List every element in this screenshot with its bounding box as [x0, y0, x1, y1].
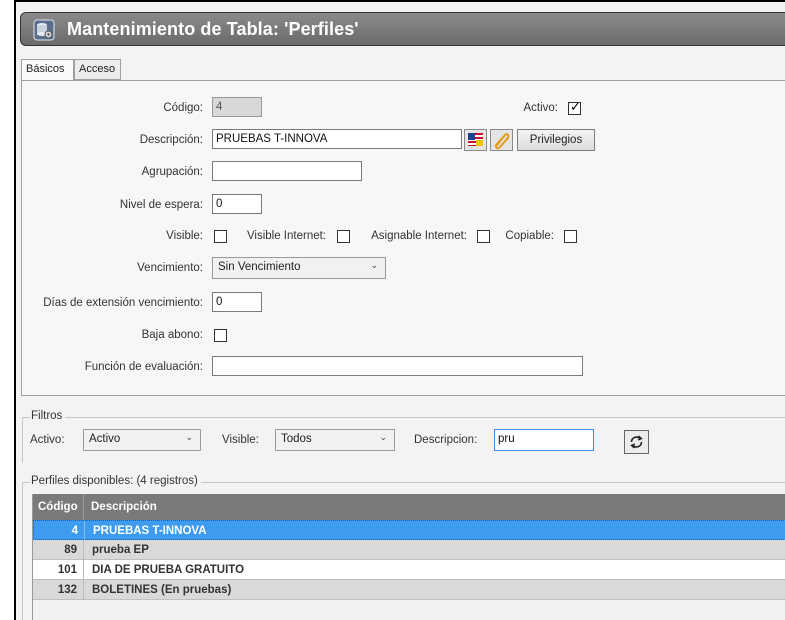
- table-row[interactable]: 89 prueba EP: [33, 540, 785, 560]
- tab-acceso[interactable]: Acceso: [74, 59, 121, 80]
- baja-abono-checkbox[interactable]: [214, 329, 227, 342]
- copiable-label: Copiable:: [505, 230, 554, 242]
- codigo-field[interactable]: 4: [212, 97, 262, 117]
- asignable-internet-checkbox[interactable]: [477, 230, 490, 243]
- visible-label: Visible:: [166, 230, 203, 242]
- filter-activo-label: Activo:: [30, 434, 65, 446]
- vencimiento-label: Vencimiento:: [137, 262, 203, 274]
- perfiles-legend: Perfiles disponibles: (4 registros): [30, 475, 201, 487]
- refresh-button[interactable]: [624, 430, 649, 454]
- window-title: Mantenimiento de Tabla: 'Perfiles': [67, 19, 359, 39]
- dias-extension-field[interactable]: 0: [212, 292, 262, 312]
- row-codigo: 101: [33, 560, 84, 580]
- chevron-down-icon: ⌄: [379, 433, 387, 443]
- table-row[interactable]: 4 PRUEBAS T-INNOVA: [33, 520, 785, 541]
- agrupacion-label: Agrupación:: [141, 166, 203, 178]
- copiable-checkbox[interactable]: [564, 230, 577, 243]
- funcion-evaluacion-label: Función de evaluación:: [84, 361, 203, 373]
- row-codigo: 132: [33, 580, 84, 600]
- codigo-label: Código:: [163, 102, 203, 114]
- visible-checkbox[interactable]: [214, 230, 227, 243]
- chevron-down-icon: ⌄: [185, 433, 193, 443]
- dias-extension-label: Días de extensión vencimiento:: [43, 297, 203, 309]
- visible-internet-label: Visible Internet:: [246, 230, 326, 242]
- row-descripcion: prueba EP: [92, 544, 149, 556]
- filter-visible-label: Visible:: [222, 434, 259, 446]
- asignable-internet-label: Asignable Internet:: [371, 230, 467, 242]
- table-row[interactable]: 132 BOLETINES (En pruebas): [33, 580, 785, 600]
- nivel-espera-label: Nivel de espera:: [119, 199, 203, 211]
- filter-activo-select[interactable]: Activo ⌄: [83, 429, 201, 451]
- row-codigo: 4: [34, 521, 85, 541]
- database-gear-icon: [33, 19, 55, 41]
- column-header-codigo[interactable]: Código: [33, 494, 84, 520]
- chevron-down-icon: ⌄: [370, 261, 378, 271]
- vencimiento-select[interactable]: Sin Vencimiento ⌄: [212, 257, 386, 279]
- filter-visible-value: Todos: [281, 433, 312, 445]
- table-header: Código Descripción: [33, 494, 785, 520]
- paperclip-icon: [494, 133, 510, 150]
- language-flag-button[interactable]: [464, 129, 487, 151]
- descripcion-label: Descripción:: [139, 134, 203, 146]
- visible-internet-checkbox[interactable]: [337, 230, 350, 243]
- row-codigo: 89: [33, 540, 84, 560]
- baja-abono-label: Baja abono:: [141, 329, 203, 341]
- activo-checkbox[interactable]: [568, 100, 581, 115]
- filter-descripcion-input[interactable]: pru: [494, 429, 594, 451]
- perfiles-table: Código Descripción 4 PRUEBAS T-INNOVA 89…: [32, 494, 785, 620]
- filter-descripcion-label: Descripcion:: [414, 434, 478, 446]
- flags-icon: [468, 133, 483, 146]
- refresh-icon: [630, 435, 643, 449]
- row-descripcion: BOLETINES (En pruebas): [92, 584, 232, 596]
- descripcion-field[interactable]: PRUEBAS T-INNOVA: [212, 129, 462, 149]
- row-descripcion: PRUEBAS T-INNOVA: [93, 525, 207, 537]
- table-row[interactable]: 101 DIA DE PRUEBA GRATUITO: [33, 560, 785, 580]
- tab-basicos[interactable]: Básicos: [21, 59, 74, 81]
- column-header-descripcion[interactable]: Descripción: [91, 501, 157, 513]
- activo-label: Activo:: [523, 102, 558, 114]
- nivel-espera-field[interactable]: 0: [212, 194, 262, 214]
- agrupacion-field[interactable]: [212, 161, 362, 181]
- funcion-evaluacion-field[interactable]: [212, 356, 583, 376]
- filter-visible-select[interactable]: Todos ⌄: [275, 429, 395, 451]
- attachment-button[interactable]: [490, 129, 513, 151]
- filter-activo-value: Activo: [89, 433, 121, 445]
- filtros-legend: Filtros: [30, 410, 66, 422]
- vencimiento-value: Sin Vencimiento: [218, 261, 301, 273]
- row-descripcion: DIA DE PRUEBA GRATUITO: [92, 564, 245, 576]
- window-titlebar: Mantenimiento de Tabla: 'Perfiles': [20, 12, 785, 46]
- privilegios-button[interactable]: Privilegios: [517, 129, 595, 151]
